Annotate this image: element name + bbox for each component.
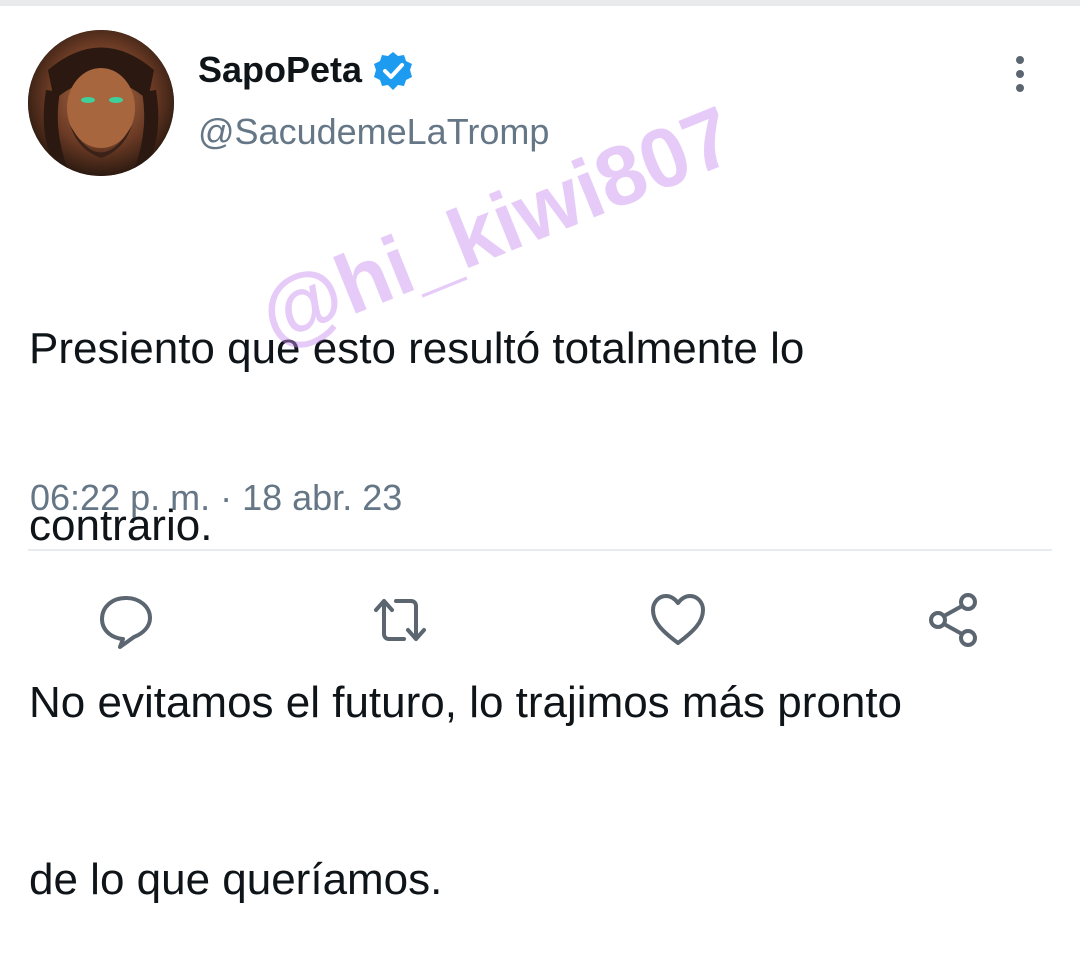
tweet-text-line: Presiento que esto resultó totalmente lo [29, 324, 805, 373]
tweet-text-line: de lo que queríamos. [29, 855, 443, 904]
tweet-text-line: No evitamos el futuro, lo trajimos más p… [29, 678, 903, 727]
reply-icon[interactable] [96, 590, 156, 650]
avatar[interactable] [28, 30, 174, 176]
timestamp[interactable]: 06:22 p. m. · 18 abr. 23 [30, 476, 402, 520]
verified-badge-icon [372, 50, 414, 92]
actions-divider [28, 549, 1052, 551]
like-icon[interactable] [648, 590, 708, 650]
share-icon[interactable] [924, 590, 984, 650]
more-vertical-icon[interactable] [1000, 56, 1040, 100]
display-name[interactable]: SapoPeta [198, 48, 362, 92]
tweet-text: Presiento que esto resultó totalmente lo… [29, 201, 1059, 968]
retweet-icon[interactable] [370, 590, 430, 650]
top-divider [0, 0, 1080, 6]
handle[interactable]: @SacudemeLaTromp [198, 110, 549, 154]
